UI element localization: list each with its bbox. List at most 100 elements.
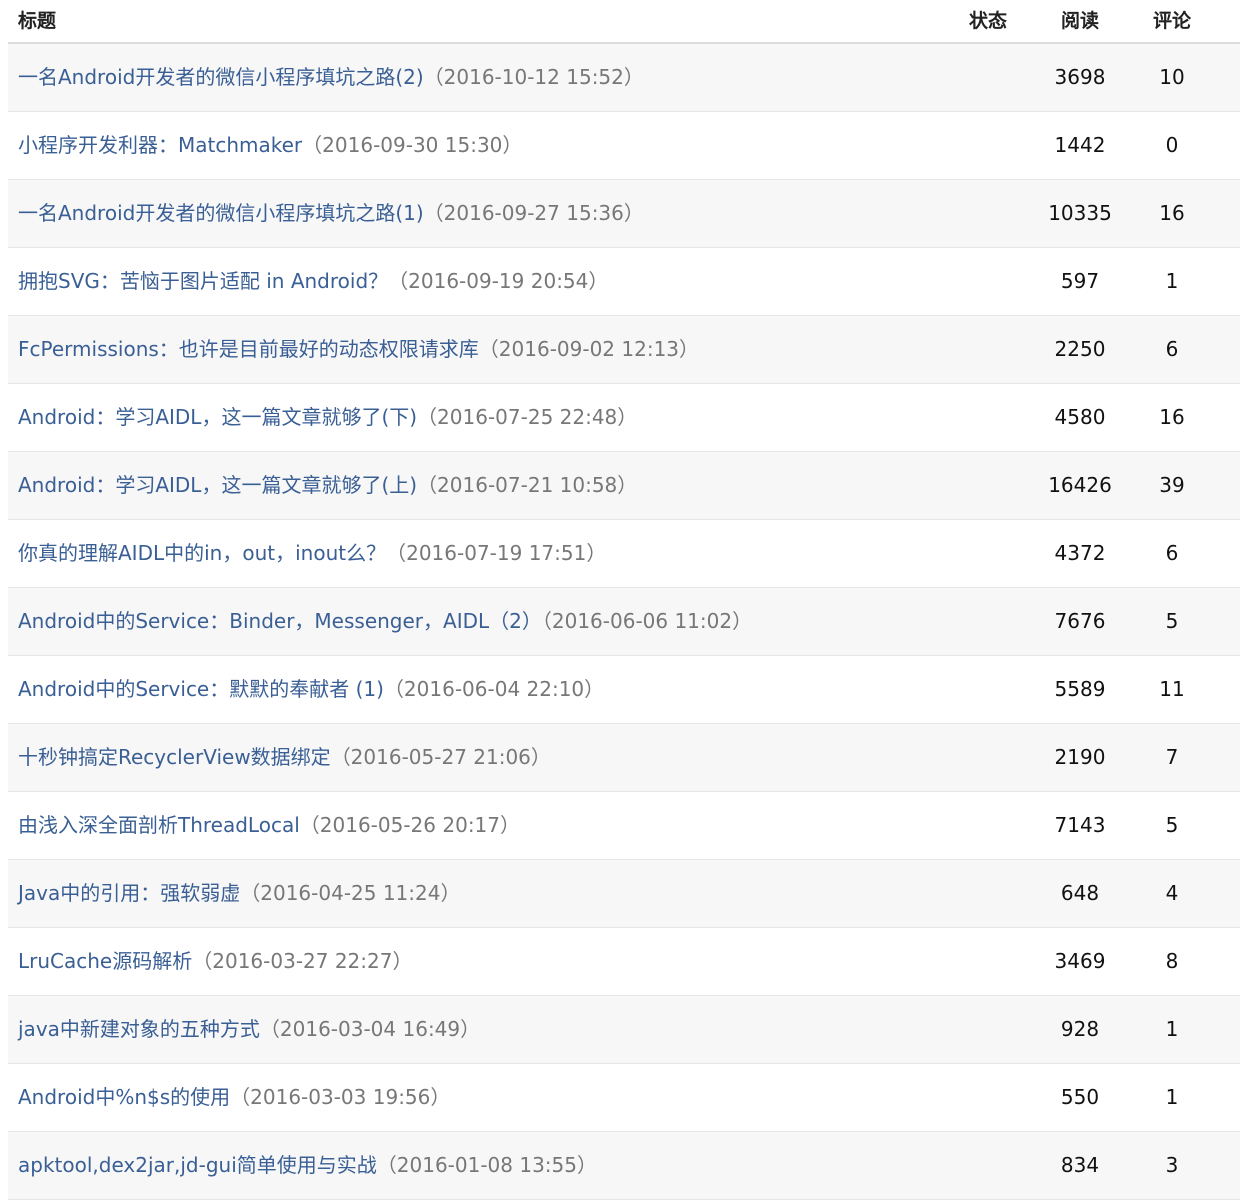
article-title-cell: java中新建对象的五种方式（2016-03-04 16:49） xyxy=(18,996,480,1063)
article-title-cell: Android：学习AIDL，这一篇文章就够了(上)（2016-07-21 10… xyxy=(18,452,637,519)
table-row: Java中的引用：强软弱虚（2016-04-25 11:24） 648 4 xyxy=(8,860,1240,928)
article-title-cell: apktool,dex2jar,jd-gui简单使用与实战（2016-01-08… xyxy=(18,1132,597,1199)
table-row: 由浅入深全面剖析ThreadLocal（2016-05-26 20:17） 714… xyxy=(8,792,1240,860)
comment-count: 1 xyxy=(1165,1017,1179,1041)
comment-count: 10 xyxy=(1159,65,1185,89)
article-title-link[interactable]: 十秒钟搞定RecyclerView数据绑定 xyxy=(18,745,331,769)
read-count: 597 xyxy=(1060,269,1100,293)
article-title-cell: 你真的理解AIDL中的in，out，inout么？（2016-07-19 17:… xyxy=(18,520,606,587)
article-title-link[interactable]: 小程序开发利器：Matchmaker xyxy=(18,133,302,157)
article-date: （2016-09-27 15:36） xyxy=(423,201,644,225)
read-count: 928 xyxy=(1060,1017,1100,1041)
article-date: （2016-03-27 22:27） xyxy=(192,949,413,973)
article-title-link[interactable]: Android中的Service：默默的奉献者 (1) xyxy=(18,677,384,701)
article-date: （2016-06-04 22:10） xyxy=(383,677,605,701)
article-title-cell: 一名Android开发者的微信小程序填坑之路(1)（2016-09-27 15:… xyxy=(18,180,644,247)
read-count: 4580 xyxy=(1054,405,1106,429)
article-title-cell: Java中的引用：强软弱虚（2016-04-25 11:24） xyxy=(18,860,460,927)
article-title-link[interactable]: java中新建对象的五种方式 xyxy=(18,1017,260,1041)
table-row: Android中%n$s的使用（2016-03-03 19:56） 550 1 xyxy=(8,1064,1240,1132)
article-title-link[interactable]: 一名Android开发者的微信小程序填坑之路(2) xyxy=(18,65,424,89)
article-title-cell: 十秒钟搞定RecyclerView数据绑定（2016-05-27 21:06） xyxy=(18,724,551,791)
table-header: 标题 状态 阅读 评论 xyxy=(8,0,1240,44)
comment-count: 5 xyxy=(1165,609,1179,633)
comment-count: 11 xyxy=(1159,677,1185,701)
article-date: （2016-07-21 10:58） xyxy=(417,473,638,497)
article-title-link[interactable]: LruCache源码解析 xyxy=(18,949,192,973)
table-row: FcPermissions：也许是目前最好的动态权限请求库（2016-09-02… xyxy=(8,316,1240,384)
read-count: 1442 xyxy=(1054,133,1106,157)
table-row: 一名Android开发者的微信小程序填坑之路(1)（2016-09-27 15:… xyxy=(8,180,1240,248)
table-row: 小程序开发利器：Matchmaker（2016-09-30 15:30） 1442… xyxy=(8,112,1240,180)
comment-count: 7 xyxy=(1165,745,1179,769)
read-count: 7676 xyxy=(1054,609,1106,633)
article-date: （2016-05-27 21:06） xyxy=(330,745,551,769)
article-title-link[interactable]: Android中%n$s的使用 xyxy=(18,1085,230,1109)
comment-count: 3 xyxy=(1165,1153,1179,1177)
comment-count: 16 xyxy=(1159,405,1185,429)
article-title-link[interactable]: apktool,dex2jar,jd-gui简单使用与实战 xyxy=(18,1153,377,1177)
comment-count: 1 xyxy=(1165,1085,1179,1109)
article-title-cell: 由浅入深全面剖析ThreadLocal（2016-05-26 20:17） xyxy=(18,792,520,859)
article-title-link[interactable]: 你真的理解AIDL中的in，out，inout么？ xyxy=(18,541,386,565)
article-title-cell: 小程序开发利器：Matchmaker（2016-09-30 15:30） xyxy=(18,112,522,179)
read-count: 16426 xyxy=(1048,473,1112,497)
comment-count: 0 xyxy=(1165,133,1179,157)
table-row: LruCache源码解析（2016-03-27 22:27） 3469 8 xyxy=(8,928,1240,996)
article-date: （2016-04-25 11:24） xyxy=(240,881,461,905)
article-title-link[interactable]: Java中的引用：强软弱虚 xyxy=(18,881,240,905)
article-title-cell: LruCache源码解析（2016-03-27 22:27） xyxy=(18,928,412,995)
comment-count: 4 xyxy=(1165,881,1179,905)
comment-count: 16 xyxy=(1159,201,1185,225)
read-count: 3698 xyxy=(1054,65,1106,89)
article-title-link[interactable]: 一名Android开发者的微信小程序填坑之路(1) xyxy=(18,201,424,225)
article-title-cell: FcPermissions：也许是目前最好的动态权限请求库（2016-09-02… xyxy=(18,316,699,383)
article-title-link[interactable]: FcPermissions：也许是目前最好的动态权限请求库 xyxy=(18,337,479,361)
article-title-cell: 拥抱SVG：苦恼于图片适配 in Android？（2016-09-19 20:… xyxy=(18,248,608,315)
article-date: （2016-07-25 22:48） xyxy=(417,405,638,429)
header-status: 状态 xyxy=(968,10,1007,32)
article-title-cell: Android中的Service：默默的奉献者 (1)（2016-06-04 2… xyxy=(18,656,604,723)
comment-count: 8 xyxy=(1165,949,1179,973)
article-title-cell: Android中的Service：Binder，Messenger，AIDL（2… xyxy=(18,588,752,655)
table-row: 拥抱SVG：苦恼于图片适配 in Android？（2016-09-19 20:… xyxy=(8,248,1240,316)
header-comment-count: 评论 xyxy=(1152,10,1191,32)
article-title-link[interactable]: Android：学习AIDL，这一篇文章就够了(上) xyxy=(18,473,417,497)
article-title-cell: Android中%n$s的使用（2016-03-03 19:56） xyxy=(18,1064,450,1131)
read-count: 834 xyxy=(1060,1153,1100,1177)
comment-count: 6 xyxy=(1165,337,1179,361)
table-row: 一名Android开发者的微信小程序填坑之路(2)（2016-10-12 15:… xyxy=(8,44,1240,112)
article-title-link[interactable]: Android中的Service：Binder，Messenger，AIDL（2… xyxy=(18,609,542,633)
comment-count: 39 xyxy=(1159,473,1185,497)
comment-count: 6 xyxy=(1165,541,1179,565)
article-date: （2016-03-03 19:56） xyxy=(230,1085,451,1109)
read-count: 2190 xyxy=(1054,745,1106,769)
article-title-link[interactable]: Android：学习AIDL，这一篇文章就够了(下) xyxy=(18,405,417,429)
article-date: （2016-09-19 20:54） xyxy=(388,269,609,293)
article-title-link[interactable]: 由浅入深全面剖析ThreadLocal xyxy=(18,813,300,837)
article-date: （2016-06-06 11:02） xyxy=(541,609,753,633)
read-count: 10335 xyxy=(1048,201,1112,225)
table-row: Android中的Service：默默的奉献者 (1)（2016-06-04 2… xyxy=(8,656,1240,724)
article-title-link[interactable]: 拥抱SVG：苦恼于图片适配 in Android？ xyxy=(18,269,388,293)
read-count: 550 xyxy=(1060,1085,1100,1109)
article-date: （2016-01-08 13:55） xyxy=(376,1153,597,1177)
read-count: 7143 xyxy=(1054,813,1106,837)
article-date: （2016-05-26 20:17） xyxy=(299,813,521,837)
comment-count: 5 xyxy=(1165,813,1179,837)
article-date: （2016-03-04 16:49） xyxy=(259,1017,481,1041)
table-row: Android中的Service：Binder，Messenger，AIDL（2… xyxy=(8,588,1240,656)
read-count: 3469 xyxy=(1054,949,1106,973)
table-row: 十秒钟搞定RecyclerView数据绑定（2016-05-27 21:06） 2… xyxy=(8,724,1240,792)
table-body: 一名Android开发者的微信小程序填坑之路(2)（2016-10-12 15:… xyxy=(8,44,1240,1200)
table-row: 你真的理解AIDL中的in，out，inout么？（2016-07-19 17:… xyxy=(8,520,1240,588)
read-count: 4372 xyxy=(1054,541,1106,565)
article-date: （2016-07-19 17:51） xyxy=(386,541,607,565)
article-date: （2016-09-30 15:30） xyxy=(302,133,523,157)
article-title-cell: 一名Android开发者的微信小程序填坑之路(2)（2016-10-12 15:… xyxy=(18,44,644,111)
table-row: Android：学习AIDL，这一篇文章就够了(下)（2016-07-25 22… xyxy=(8,384,1240,452)
header-read-count: 阅读 xyxy=(1060,10,1099,32)
comment-count: 1 xyxy=(1165,269,1179,293)
article-date: （2016-10-12 15:52） xyxy=(423,65,644,89)
table-row: Android：学习AIDL，这一篇文章就够了(上)（2016-07-21 10… xyxy=(8,452,1240,520)
